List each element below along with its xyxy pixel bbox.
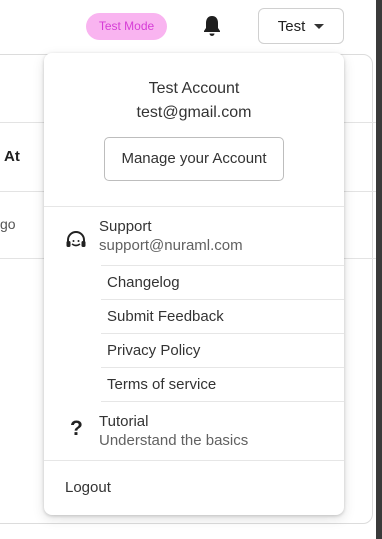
bell-icon[interactable]: [201, 14, 223, 38]
table-cell: go: [0, 216, 16, 232]
test-mode-badge: Test Mode: [86, 13, 167, 40]
question-mark-icon: ?: [70, 417, 83, 440]
account-name: Test Account: [148, 80, 240, 97]
menu-divider: [101, 401, 344, 402]
scrollbar-track[interactable]: [376, 0, 382, 539]
menu-item-submit-feedback[interactable]: Submit Feedback: [107, 308, 224, 325]
menu-item-terms-of-service[interactable]: Terms of service: [107, 376, 216, 393]
top-bar: Test Mode Test: [0, 0, 376, 52]
account-dropdown-menu: Test Account test@gmail.com Manage your …: [44, 53, 344, 515]
logout-button[interactable]: Logout: [65, 479, 111, 496]
caret-down-icon: [314, 23, 325, 29]
menu-divider: [44, 206, 344, 207]
user-menu-button[interactable]: Test: [258, 8, 344, 44]
headset-icon: [64, 229, 88, 253]
manage-account-button[interactable]: Manage your Account: [104, 137, 284, 181]
menu-divider: [101, 367, 344, 368]
user-menu-label: Test: [277, 17, 306, 35]
menu-divider: [44, 460, 344, 461]
tutorial-subtitle: Understand the basics: [99, 432, 249, 449]
menu-divider: [101, 265, 344, 266]
menu-item-privacy-policy[interactable]: Privacy Policy: [107, 342, 200, 359]
app-screen: At go Test Mode Test Test Account test@g…: [0, 0, 382, 539]
account-email: test@gmail.com: [136, 104, 252, 121]
support-title: Support: [99, 218, 152, 235]
tutorial-title[interactable]: Tutorial: [99, 413, 148, 430]
menu-item-changelog[interactable]: Changelog: [107, 274, 180, 291]
table-column-header: At: [4, 148, 20, 165]
menu-divider: [101, 299, 344, 300]
support-email-link[interactable]: support@nuraml.com: [99, 237, 243, 254]
menu-divider: [101, 333, 344, 334]
